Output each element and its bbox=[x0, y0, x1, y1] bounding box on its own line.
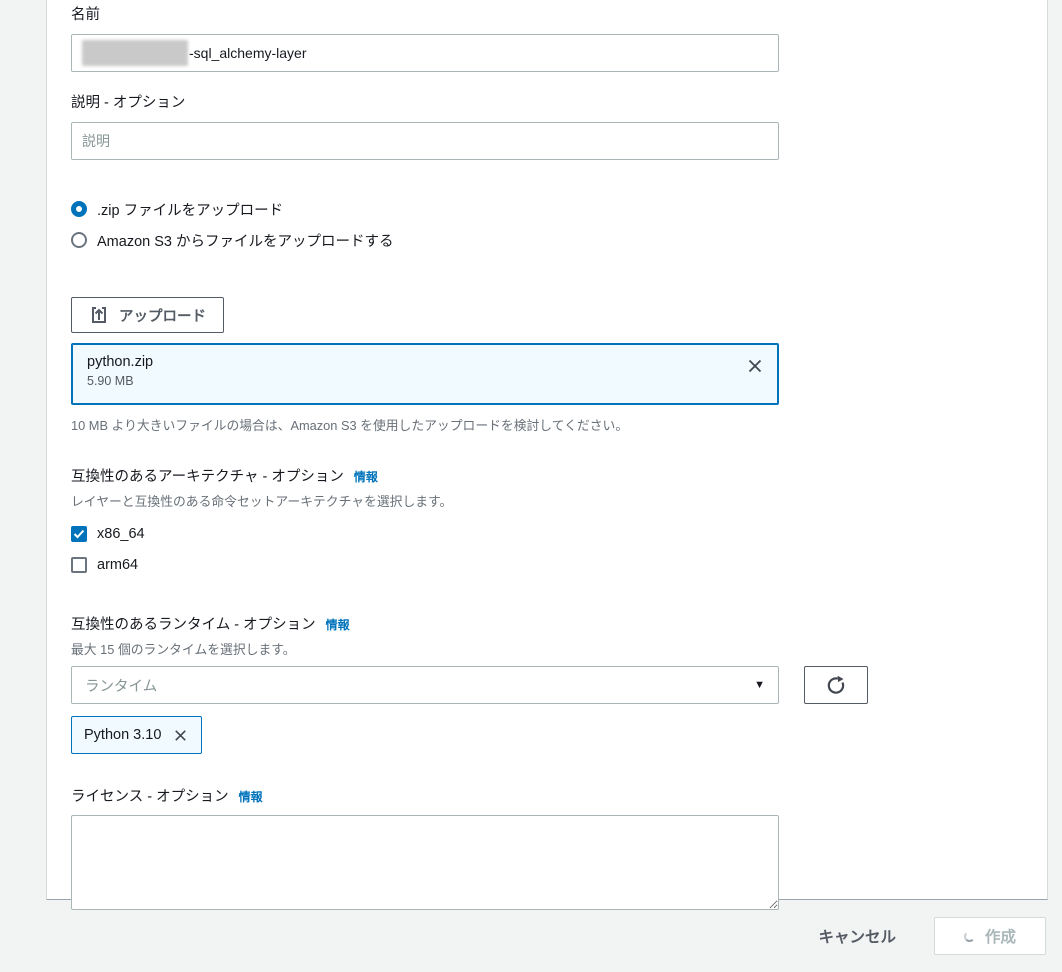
runtimes-label: 互換性のあるランタイム - オプション bbox=[71, 617, 316, 633]
radio-option-zip-upload[interactable]: .zip ファイルをアップロード bbox=[71, 197, 1047, 221]
upload-source-radio-group: .zip ファイルをアップロード Amazon S3 からファイルをアップロード… bbox=[71, 197, 1047, 252]
radio-selected-icon[interactable] bbox=[71, 201, 87, 217]
description-input[interactable] bbox=[71, 122, 779, 160]
create-button[interactable]: 作成 bbox=[934, 917, 1046, 955]
license-info-link[interactable]: 情報 bbox=[239, 788, 263, 805]
redacted-name-prefix bbox=[82, 40, 188, 66]
selected-file-box: python.zip 5.90 MB bbox=[71, 343, 779, 405]
description-label: 説明 - オプション bbox=[71, 95, 186, 111]
upload-icon bbox=[89, 305, 109, 325]
runtime-token-label: Python 3.10 bbox=[84, 727, 162, 743]
create-layer-form-panel: 名前 -sql_alchemy-layer 説明 - オプション .zip ファ… bbox=[46, 0, 1048, 910]
architectures-section: 互換性のあるアーキテクチャ - オプション 情報 レイヤーと互換性のある命令セッ… bbox=[71, 465, 1047, 577]
form-actions-footer: キャンセル 作成 bbox=[0, 900, 1062, 972]
runtimes-info-link[interactable]: 情報 bbox=[326, 616, 350, 633]
checkbox-option-label: arm64 bbox=[97, 557, 139, 573]
license-label: ライセンス - オプション bbox=[71, 789, 229, 805]
license-textarea[interactable] bbox=[71, 815, 779, 910]
file-name: python.zip bbox=[87, 354, 154, 370]
cancel-button[interactable]: キャンセル bbox=[818, 925, 896, 947]
remove-runtime-icon[interactable] bbox=[172, 727, 189, 744]
checkbox-option-arm64[interactable]: arm64 bbox=[71, 553, 1047, 577]
runtimes-description: 最大 15 個のランタイムを選択します。 bbox=[71, 642, 296, 657]
radio-option-s3-upload[interactable]: Amazon S3 からファイルをアップロードする bbox=[71, 228, 1047, 252]
loading-spinner-icon bbox=[963, 930, 975, 942]
architectures-label: 互換性のあるアーキテクチャ - オプション bbox=[71, 469, 344, 485]
file-size-hint: 10 MB より大きいファイルの場合は、Amazon S3 を使用したアップロー… bbox=[71, 418, 629, 433]
file-size: 5.90 MB bbox=[87, 374, 134, 388]
architectures-checkbox-group: x86_64 arm64 bbox=[71, 522, 1047, 577]
name-input[interactable]: -sql_alchemy-layer bbox=[71, 34, 779, 72]
radio-option-label: .zip ファイルをアップロード bbox=[97, 202, 284, 219]
license-section: ライセンス - オプション 情報 bbox=[71, 785, 1047, 910]
name-value: -sql_alchemy-layer bbox=[189, 45, 307, 61]
runtime-select-placeholder: ランタイム bbox=[85, 678, 158, 695]
refresh-runtimes-button[interactable] bbox=[804, 666, 868, 704]
runtime-token-python310[interactable]: Python 3.10 bbox=[71, 716, 203, 754]
architectures-info-link[interactable]: 情報 bbox=[354, 468, 378, 485]
name-label: 名前 bbox=[71, 7, 100, 23]
checkbox-option-x86-64[interactable]: x86_64 bbox=[71, 522, 1047, 546]
checkbox-option-label: x86_64 bbox=[97, 526, 145, 542]
upload-button[interactable]: アップロード bbox=[71, 297, 224, 333]
create-button-label: 作成 bbox=[984, 929, 1016, 946]
checkbox-unchecked-icon[interactable] bbox=[71, 557, 87, 573]
runtimes-section: 互換性のあるランタイム - オプション 情報 最大 15 個のランタイムを選択し… bbox=[71, 613, 1047, 754]
chevron-down-icon: ▼ bbox=[754, 679, 765, 691]
remove-file-icon[interactable] bbox=[745, 356, 765, 376]
architectures-description: レイヤーと互換性のある命令セットアーキテクチャを選択します。 bbox=[71, 494, 453, 509]
radio-option-label: Amazon S3 からファイルをアップロードする bbox=[97, 233, 394, 250]
radio-unselected-icon[interactable] bbox=[71, 232, 87, 248]
runtime-select[interactable]: ランタイム ▼ bbox=[71, 666, 779, 704]
refresh-icon bbox=[825, 674, 847, 696]
checkbox-checked-icon[interactable] bbox=[71, 526, 87, 542]
upload-button-label: アップロード bbox=[119, 308, 206, 325]
